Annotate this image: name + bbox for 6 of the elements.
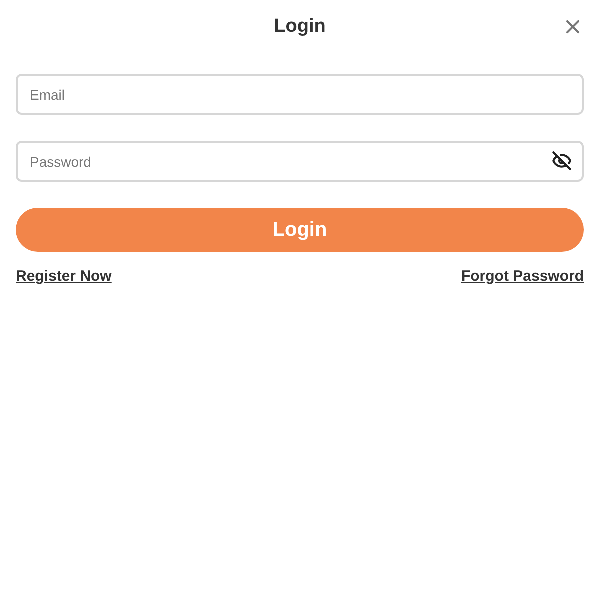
email-field[interactable]: Email bbox=[16, 74, 584, 115]
password-field[interactable]: Password bbox=[16, 141, 584, 182]
register-link[interactable]: Register Now bbox=[16, 266, 112, 288]
dialog-title: Login bbox=[274, 14, 326, 39]
forgot-password-link[interactable]: Forgot Password bbox=[461, 266, 584, 288]
eye-slash-icon[interactable] bbox=[552, 151, 572, 171]
